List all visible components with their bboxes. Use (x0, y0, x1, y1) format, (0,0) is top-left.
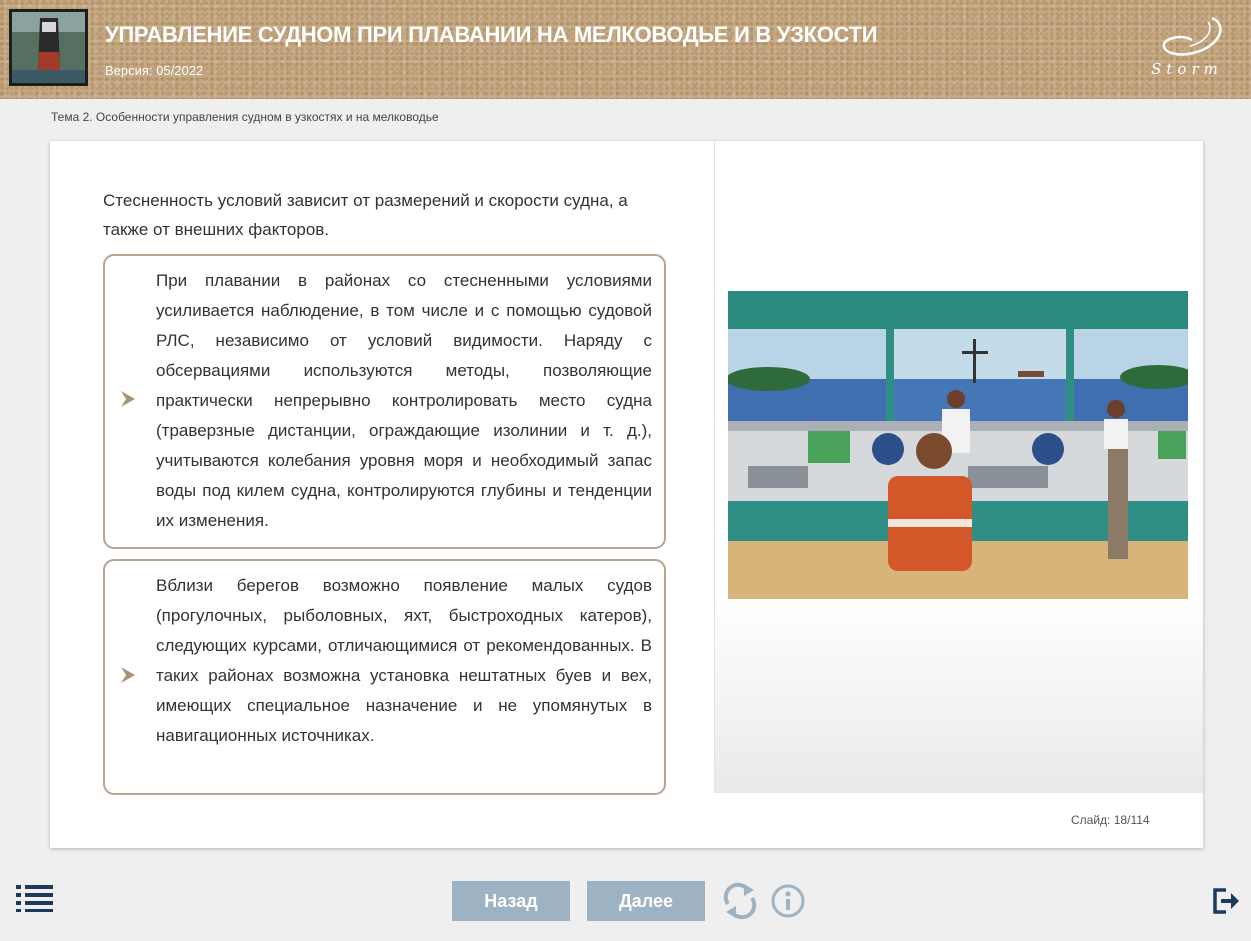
slide-card: Стесненность условий зависит от размерен… (50, 141, 1203, 848)
illustration-panel (714, 141, 1203, 793)
exit-icon[interactable] (1212, 887, 1240, 915)
slide-counter: Слайд: 18/114 (1071, 813, 1150, 827)
storm-logo: Storm (1142, 14, 1232, 84)
info-box-1-text: При плавании в районах со стесненными ус… (156, 271, 652, 530)
chevron-right-icon (121, 391, 135, 407)
back-button[interactable]: Назад (452, 881, 570, 921)
info-box-2: Вблизи берегов возможно появление малых … (103, 559, 666, 795)
info-box-1: При плавании в районах со стесненными ус… (103, 254, 666, 549)
info-icon[interactable] (770, 883, 806, 919)
reload-icon[interactable] (722, 882, 758, 920)
header-bar: УПРАВЛЕНИЕ СУДНОМ ПРИ ПЛАВАНИИ НА МЕЛКОВ… (0, 0, 1251, 99)
info-box-2-text: Вблизи берегов возможно появление малых … (156, 576, 652, 745)
slide-total: 114 (1130, 813, 1150, 827)
slide-current: 18 (1113, 813, 1128, 827)
course-title: УПРАВЛЕНИЕ СУДНОМ ПРИ ПЛАВАНИИ НА МЕЛКОВ… (105, 22, 878, 47)
ship-bridge-illustration (728, 291, 1188, 599)
slide-counter-label: Слайд: (1071, 813, 1111, 827)
chevron-right-icon (121, 667, 135, 683)
course-version: Версия: 05/2022 (105, 63, 204, 78)
course-thumbnail (9, 9, 88, 86)
logo-text: Storm (1151, 60, 1223, 78)
breadcrumb: Тема 2. Особенности управления судном в … (51, 110, 439, 124)
intro-text: Стесненность условий зависит от размерен… (103, 191, 628, 239)
menu-list-icon[interactable] (16, 884, 54, 912)
next-button[interactable]: Далее (587, 881, 705, 921)
